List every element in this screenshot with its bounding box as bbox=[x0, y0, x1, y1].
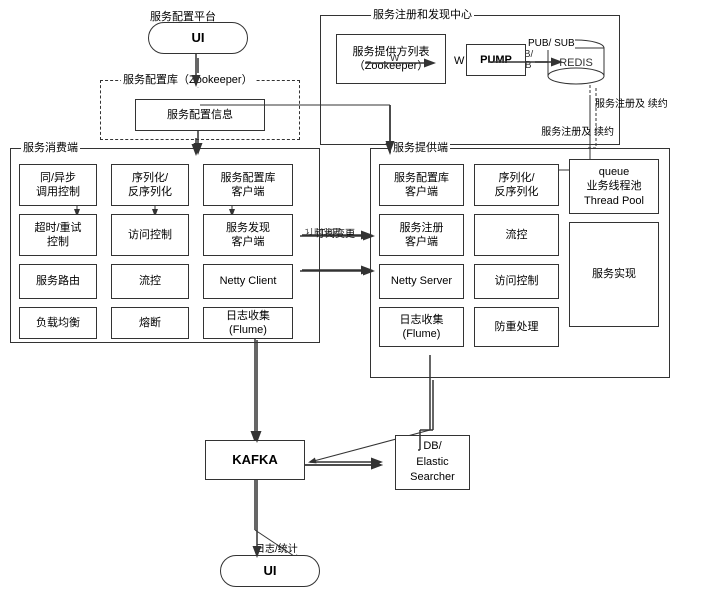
netty-client-box: Netty Client bbox=[203, 264, 293, 299]
anti-replay-box: 防重处理 bbox=[474, 307, 559, 347]
netty-arrow bbox=[300, 263, 380, 283]
flow-control1-box: 流控 bbox=[111, 264, 189, 299]
consumer-group: 服务消费端 同/异步 调用控制 序列化/ 反序列化 服务配置库 客户端 超时/重… bbox=[10, 148, 320, 343]
provlist-pump-arrow: W bbox=[365, 55, 440, 75]
service-route-box: 服务路由 bbox=[19, 264, 97, 299]
log-flume1-box: 日志收集 (Flume) bbox=[203, 307, 293, 339]
timeout-retry-box: 超时/重试 控制 bbox=[19, 214, 97, 256]
serialize-box: 序列化/ 反序列化 bbox=[111, 164, 189, 206]
ui-top-box: UI bbox=[148, 22, 248, 54]
provider-label: 服务提供端 bbox=[391, 141, 450, 155]
flow-control2-box: 流控 bbox=[474, 214, 559, 256]
config-client2-box: 服务配置库 客户端 bbox=[379, 164, 464, 206]
flume2-kafka-arrow bbox=[418, 380, 598, 455]
access-control1-box: 访问控制 bbox=[111, 214, 189, 256]
flume-kafka-arrow bbox=[249, 340, 269, 445]
pub-sub-label: PUB/ SUB bbox=[528, 38, 575, 50]
svg-text:订阅变更: 订阅变更 bbox=[305, 228, 341, 236]
serialize2-box: 序列化/ 反序列化 bbox=[474, 164, 559, 206]
kafka-box: KAFKA bbox=[205, 440, 305, 480]
provider-group: 服务提供端 服务配置库 客户端 序列化/ 反序列化 queue 业务线程池 Th… bbox=[370, 148, 670, 378]
circuit-breaker-box: 熔断 bbox=[111, 307, 189, 339]
async-control-box: 同/异步 调用控制 bbox=[19, 164, 97, 206]
service-discovery-box: 服务发现 客户端 bbox=[203, 214, 293, 256]
registry-sub-note: 服务注册及 续约 bbox=[595, 98, 668, 111]
kafka-ui-arrow bbox=[249, 480, 269, 560]
discovery-arrow: 订阅变更 bbox=[300, 228, 380, 248]
pump-redis-arrow bbox=[488, 54, 568, 74]
zk-provider-arrow bbox=[195, 95, 395, 155]
kafka-db-arrow bbox=[305, 455, 395, 485]
registry-center-label: 服务注册和发现中心 bbox=[371, 8, 474, 22]
service-impl-box: 服务实现 bbox=[569, 222, 659, 327]
registry-client-box: 服务注册 客户端 bbox=[379, 214, 464, 256]
svg-text:W: W bbox=[390, 55, 400, 64]
queue-pool-box: queue 业务线程池 Thread Pool bbox=[569, 159, 659, 214]
ui-bottom-box: UI bbox=[220, 555, 320, 587]
w-label: W bbox=[454, 54, 464, 68]
access-control2-box: 访问控制 bbox=[474, 264, 559, 299]
netty-server-box: Netty Server bbox=[379, 264, 464, 299]
ui-zk-arrow bbox=[188, 54, 208, 89]
diagram: PUB/ SUB 服务配置平台 UI 服务配置库 bbox=[0, 0, 705, 602]
config-client-box: 服务配置库 客户端 bbox=[203, 164, 293, 206]
load-balance-box: 负载均衡 bbox=[19, 307, 97, 339]
consumer-label: 服务消费端 bbox=[21, 141, 80, 155]
log-flume2-box: 日志收集 (Flume) bbox=[379, 307, 464, 347]
